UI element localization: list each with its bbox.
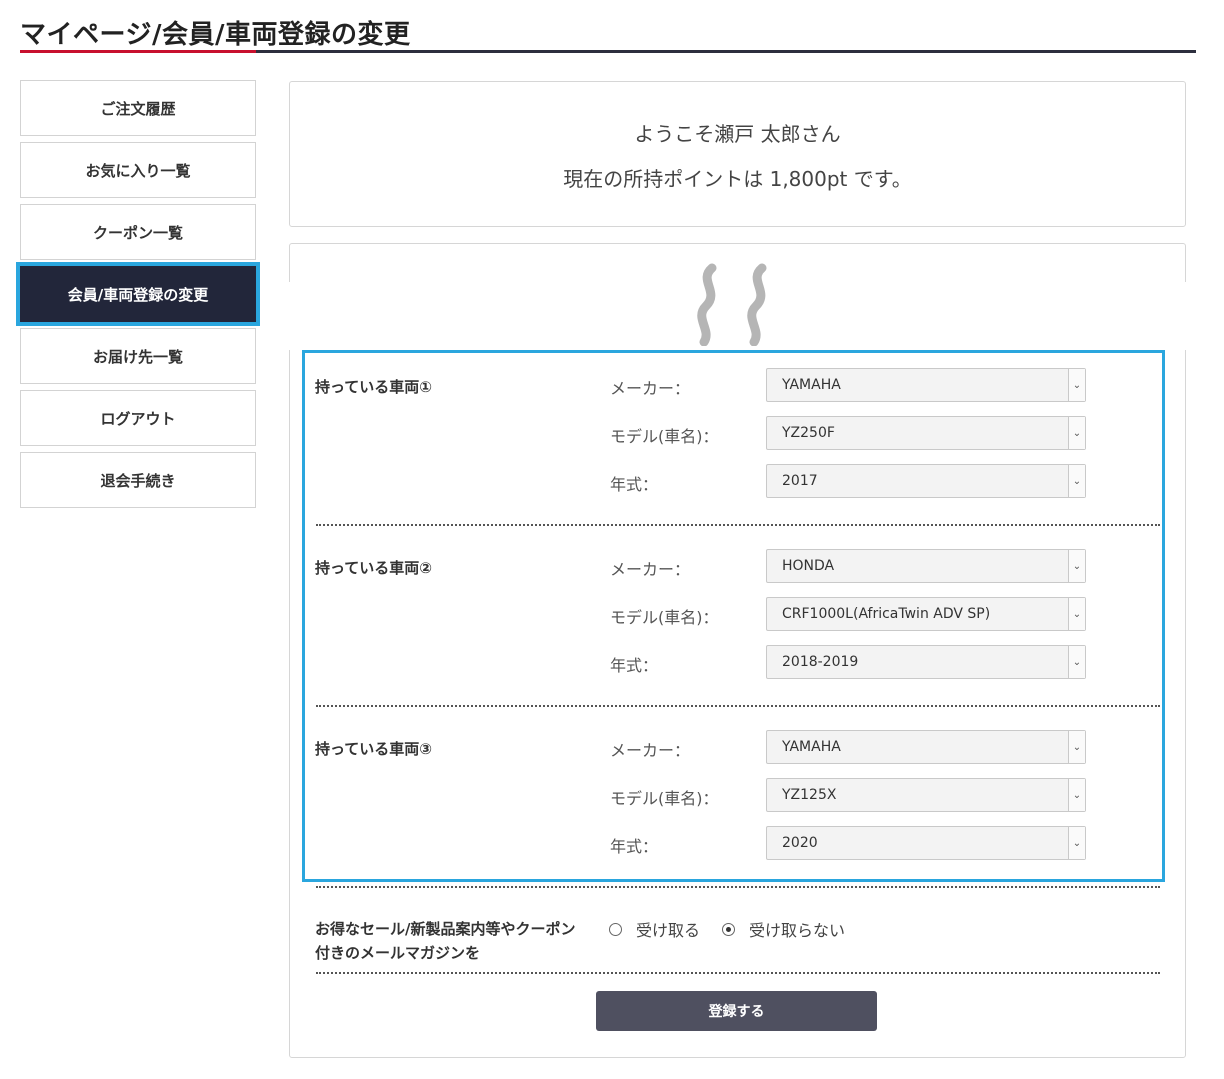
maker-select[interactable]: HONDA ⌄	[766, 549, 1086, 583]
vehicle-title: 持っている車両①	[315, 378, 432, 396]
maker-select-value: YAMAHA	[782, 739, 841, 755]
model-label: モデル(車名)：	[610, 789, 719, 808]
sidebar-item-logout[interactable]: ログアウト	[20, 390, 256, 446]
year-select-value: 2017	[782, 473, 818, 489]
year-label: 年式：	[610, 656, 659, 675]
vehicle-block-1: 持っている車両① メーカー： YAMAHA ⌄ モデル(車名)： YZ250F …	[315, 368, 1160, 506]
content-omitted-icon	[697, 263, 767, 346]
sidebar-item-withdraw[interactable]: 退会手続き	[20, 452, 256, 508]
radio-checked-icon[interactable]	[722, 922, 736, 936]
chevron-down-icon: ⌄	[1068, 646, 1085, 678]
year-select[interactable]: 2018-2019 ⌄	[766, 645, 1086, 679]
points-message: 現在の所持ポイントは 1,800pt です。	[563, 167, 912, 191]
vehicle-title: 持っている車両③	[315, 740, 432, 758]
maker-select-value: HONDA	[782, 558, 835, 574]
model-select[interactable]: YZ250F ⌄	[766, 416, 1086, 450]
year-select-value: 2018-2019	[782, 654, 859, 670]
sidebar-item-coupons[interactable]: クーポン一覧	[20, 204, 256, 260]
page-title: マイページ/会員/車両登録の変更	[20, 20, 411, 50]
divider	[316, 972, 1160, 974]
sidebar-item-order-history[interactable]: ご注文履歴	[20, 80, 256, 136]
year-row: 年式： 2020 ⌄	[610, 826, 1090, 860]
model-row: モデル(車名)： YZ125X ⌄	[610, 778, 1090, 812]
divider	[316, 705, 1160, 707]
model-select[interactable]: YZ125X ⌄	[766, 778, 1086, 812]
chevron-down-icon: ⌄	[1068, 731, 1085, 763]
newsletter-radio-group: 受け取る 受け取らない	[609, 917, 867, 941]
newsletter-option-decline[interactable]: 受け取らない	[722, 917, 845, 941]
year-select-value: 2020	[782, 835, 818, 851]
chevron-down-icon: ⌄	[1068, 598, 1085, 630]
welcome-message: ようこそ瀬戸 太郎さん	[634, 122, 841, 146]
chevron-down-icon: ⌄	[1068, 550, 1085, 582]
radio-label: 受け取る	[636, 921, 701, 940]
year-label: 年式：	[610, 837, 659, 856]
maker-label: メーカー：	[610, 560, 691, 579]
chevron-down-icon: ⌄	[1068, 417, 1085, 449]
model-label: モデル(車名)：	[610, 427, 719, 446]
vehicle-block-2: 持っている車両② メーカー： HONDA ⌄ モデル(車名)： CRF1000L…	[315, 549, 1160, 687]
year-row: 年式： 2018-2019 ⌄	[610, 645, 1090, 679]
maker-select[interactable]: YAMAHA ⌄	[766, 730, 1086, 764]
sidebar-item-member-vehicle-edit[interactable]: 会員/車両登録の変更	[16, 262, 260, 326]
chevron-down-icon: ⌄	[1068, 827, 1085, 859]
model-row: モデル(車名)： YZ250F ⌄	[610, 416, 1090, 450]
model-select-value: YZ250F	[782, 425, 835, 441]
year-label: 年式：	[610, 475, 659, 494]
model-select[interactable]: CRF1000L(AfricaTwin ADV SP) ⌄	[766, 597, 1086, 631]
maker-select[interactable]: YAMAHA ⌄	[766, 368, 1086, 402]
model-select-value: CRF1000L(AfricaTwin ADV SP)	[782, 606, 991, 622]
vehicle-block-3: 持っている車両③ メーカー： YAMAHA ⌄ モデル(車名)： YZ125X …	[315, 730, 1160, 868]
divider	[316, 886, 1160, 888]
newsletter-option-receive[interactable]: 受け取る	[609, 917, 700, 941]
maker-label: メーカー：	[610, 379, 691, 398]
maker-row: メーカー： HONDA ⌄	[610, 549, 1090, 583]
year-select[interactable]: 2020 ⌄	[766, 826, 1086, 860]
year-select[interactable]: 2017 ⌄	[766, 464, 1086, 498]
welcome-box: ようこそ瀬戸 太郎さん 現在の所持ポイントは 1,800pt です。	[289, 81, 1186, 227]
year-row: 年式： 2017 ⌄	[610, 464, 1090, 498]
newsletter-label: お得なセール/新製品案内等やクーポン付きのメールマガジンを	[315, 920, 576, 962]
register-button[interactable]: 登録する	[596, 991, 877, 1031]
divider	[316, 524, 1160, 526]
sidebar-item-favorites[interactable]: お気に入り一覧	[20, 142, 256, 198]
model-row: モデル(車名)： CRF1000L(AfricaTwin ADV SP) ⌄	[610, 597, 1090, 631]
maker-label: メーカー：	[610, 741, 691, 760]
sidebar-item-addresses[interactable]: お届け先一覧	[20, 328, 256, 384]
maker-row: メーカー： YAMAHA ⌄	[610, 368, 1090, 402]
vehicle-title: 持っている車両②	[315, 559, 432, 577]
model-select-value: YZ125X	[782, 787, 837, 803]
sidebar: ご注文履歴 お気に入り一覧 クーポン一覧 会員/車両登録の変更 お届け先一覧 ロ…	[16, 80, 260, 514]
chevron-down-icon: ⌄	[1068, 465, 1085, 497]
radio-label: 受け取らない	[749, 921, 846, 940]
maker-select-value: YAMAHA	[782, 377, 841, 393]
radio-unchecked-icon[interactable]	[609, 922, 622, 936]
chevron-down-icon: ⌄	[1068, 369, 1085, 401]
chevron-down-icon: ⌄	[1068, 779, 1085, 811]
title-rule-accent	[20, 50, 256, 53]
model-label: モデル(車名)：	[610, 608, 719, 627]
maker-row: メーカー： YAMAHA ⌄	[610, 730, 1090, 764]
